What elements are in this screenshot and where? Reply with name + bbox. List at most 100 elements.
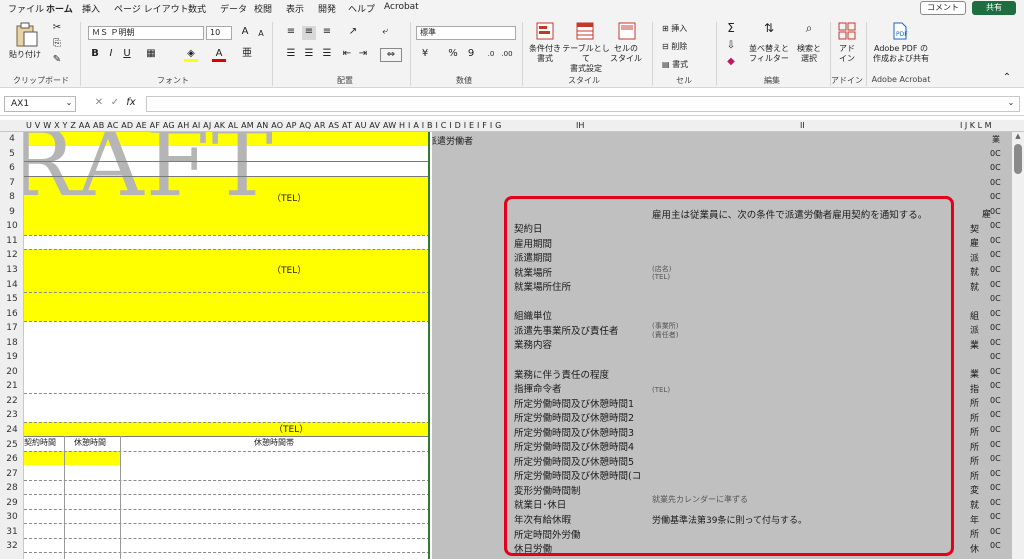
column-header-ih[interactable]: IH [576,120,584,131]
increase-decimal-icon[interactable]: .0 [484,48,498,62]
tab-9[interactable]: ヘルプ [348,2,375,15]
font-color-icon[interactable]: A [212,48,226,62]
row-header[interactable]: 17 [0,321,24,336]
row-header[interactable]: 10 [0,219,24,234]
decrease-indent-icon[interactable]: ⇤ [340,48,354,62]
row-header[interactable]: 24 [0,423,24,438]
align-top-icon[interactable]: ≡ [284,26,298,40]
tab-5[interactable]: データ [220,2,247,15]
row-header[interactable]: 13 [0,263,24,278]
currency-icon[interactable]: ¥ [418,48,432,62]
row-header[interactable]: 8 [0,190,24,205]
align-middle-icon[interactable]: ≡ [302,26,316,40]
find-select-icon[interactable]: ⌕ [802,22,816,36]
row-header[interactable]: 12 [0,248,24,263]
tab-3[interactable]: ページ レイアウト [114,2,189,15]
tab-6[interactable]: 校閲 [254,2,272,15]
paste-button[interactable]: 貼り付け [8,50,42,60]
format-table-button[interactable]: テーブルとして 書式設定 [560,44,612,74]
italic-button[interactable]: I [104,48,118,62]
tab-1[interactable]: ホーム [46,2,73,18]
conditional-format-button[interactable]: 条件付き 書式 [526,44,564,64]
comma-button[interactable]: 9 [464,48,478,62]
autosum-button[interactable]: Σ [724,22,738,36]
enter-icon[interactable]: ✓ [108,97,122,111]
formula-input[interactable] [146,96,1020,112]
row-header[interactable]: 16 [0,307,24,322]
scrollbar-thumb[interactable] [1014,144,1022,174]
font-size-dropdown[interactable]: 10 [206,26,232,40]
expand-formula-icon[interactable]: ⌄ [1004,97,1018,111]
addin-icon[interactable] [838,22,856,40]
cut-icon[interactable]: ✂ [50,22,64,36]
row-header[interactable]: 18 [0,336,24,351]
find-select-button[interactable]: 検索と 選択 [792,44,826,64]
addin-button[interactable]: アド イン [834,44,860,64]
acrobat-pdf-icon[interactable]: PDF [892,22,908,40]
delete-cell-button[interactable]: ⊟ 削除 [662,42,712,52]
tab-2[interactable]: 挿入 [82,2,100,15]
row-header[interactable]: 5 [0,147,24,162]
format-cell-button[interactable]: ▤ 書式 [662,60,712,70]
align-left-icon[interactable]: ☰ [284,48,298,62]
row-header[interactable]: 11 [0,234,24,249]
row-header[interactable]: 32 [0,539,24,554]
sort-filter-button[interactable]: 並べ替えと フィルター [746,44,792,64]
orientation-icon[interactable]: ↗ [346,26,360,40]
fill-color-icon[interactable]: ◈ [184,48,198,62]
align-right-icon[interactable]: ☰ [320,48,334,62]
number-format-dropdown[interactable]: 標準 [416,26,516,40]
fill-icon[interactable]: ⇩ [724,40,738,54]
share-button[interactable]: 共有 [972,1,1016,15]
row-header[interactable]: 28 [0,481,24,496]
row-header[interactable]: 15 [0,292,24,307]
row-header[interactable]: 27 [0,467,24,482]
format-table-icon[interactable] [576,22,594,40]
row-header[interactable]: 20 [0,365,24,380]
shrink-font-button[interactable]: A [254,28,268,42]
tab-4[interactable]: 数式 [188,2,206,15]
cell-style-button[interactable]: セルの スタイル [608,44,644,64]
row-header[interactable]: 7 [0,176,24,191]
wrap-text-icon[interactable]: ⤶ [378,26,392,40]
row-header[interactable]: 4 [0,132,24,147]
collapse-ribbon-icon[interactable]: ⌃ [1000,72,1014,86]
align-bottom-icon[interactable]: ≡ [320,26,334,40]
column-headers-right[interactable]: I J K L M [960,120,992,131]
name-box-dropdown-icon[interactable]: ⌄ [62,97,76,111]
font-name-dropdown[interactable]: ＭＳ Ｐ明朝 [88,26,204,40]
cancel-icon[interactable]: ✕ [92,97,106,111]
row-header[interactable]: 19 [0,350,24,365]
tab-0[interactable]: ファイル [8,2,44,15]
row-header[interactable]: 29 [0,496,24,511]
phonetic-icon[interactable]: 亜 [240,48,254,62]
row-header[interactable]: 25 [0,438,24,453]
underline-button[interactable]: U [120,48,134,62]
clear-icon[interactable]: ◆ [724,56,738,70]
comment-button[interactable]: コメント [920,1,966,15]
row-header[interactable]: 31 [0,525,24,540]
decrease-decimal-icon[interactable]: .00 [500,48,514,62]
row-header[interactable]: 9 [0,205,24,220]
tab-7[interactable]: 表示 [286,2,304,15]
row-header[interactable]: 21 [0,379,24,394]
vertical-scrollbar[interactable]: ▲ [1012,132,1024,559]
row-header[interactable]: 14 [0,278,24,293]
border-icon[interactable]: ▦ [144,48,158,62]
scrollbar-up-arrow[interactable]: ▲ [1012,132,1024,142]
align-center-icon[interactable]: ☰ [302,48,316,62]
tab-8[interactable]: 開発 [318,2,336,15]
bold-button[interactable]: B [88,48,102,62]
percent-button[interactable]: % [446,48,460,62]
column-headers-left[interactable]: U V W X Y Z AA AB AC AD AE AF AG AH AI A… [26,120,502,131]
cell-style-icon[interactable] [618,22,636,40]
insert-cell-button[interactable]: ⊞ 挿入 [662,24,712,34]
tab-10[interactable]: Acrobat [384,2,419,12]
insert-function-button[interactable]: fx [124,97,138,111]
row-header[interactable]: 22 [0,394,24,409]
row-header[interactable]: 30 [0,510,24,525]
paste-icon[interactable] [14,22,40,48]
grow-font-button[interactable]: A [238,26,252,40]
column-header-ii[interactable]: II [800,120,805,131]
create-pdf-button[interactable]: Adobe PDF の 作成および共有 [868,44,934,64]
